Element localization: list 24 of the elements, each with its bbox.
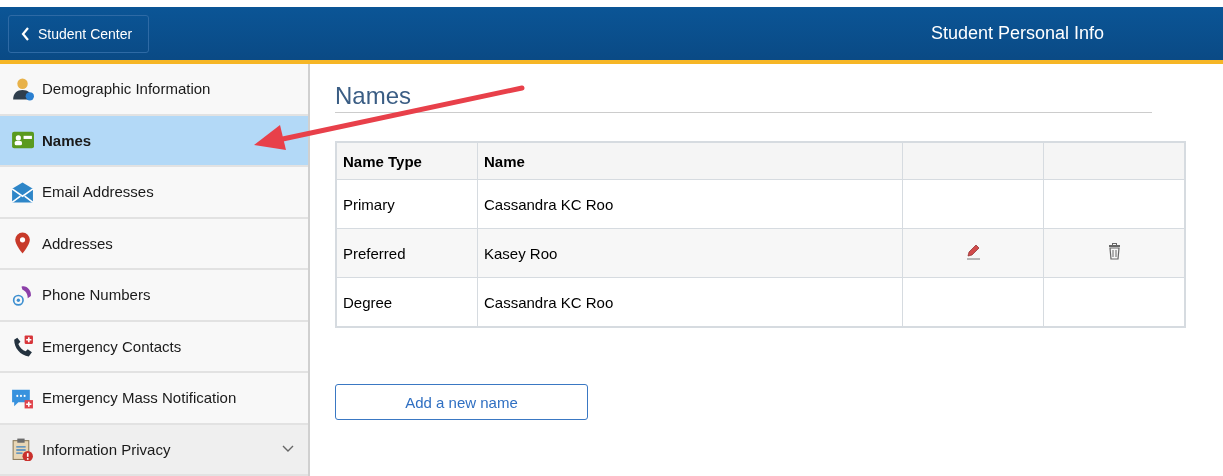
back-button[interactable]: Student Center bbox=[8, 14, 150, 53]
sidebar-item[interactable]: Email Addresses bbox=[0, 167, 308, 219]
table-cell: Primary bbox=[336, 179, 478, 229]
sidebar-item[interactable]: Names bbox=[0, 115, 308, 167]
table-cell: Cassandra KC Roo bbox=[477, 179, 903, 229]
person-icon bbox=[10, 76, 34, 101]
sidebar-item[interactable]: Addresses bbox=[0, 218, 308, 270]
table-cell: Kasey Roo bbox=[477, 228, 903, 278]
column-header: Name Type bbox=[336, 142, 478, 180]
clipboard-alert-icon bbox=[10, 437, 34, 462]
sidebar-item[interactable]: Emergency Mass Notification bbox=[0, 373, 308, 425]
sidebar-item[interactable]: Demographic Information bbox=[0, 64, 308, 116]
sidebar-item[interactable]: Phone Numbers bbox=[0, 270, 308, 322]
sidebar-item[interactable]: Emergency Contacts bbox=[0, 321, 308, 373]
pencil-icon[interactable] bbox=[965, 243, 981, 260]
page-title: Student Personal Info bbox=[931, 23, 1105, 44]
add-name-button[interactable]: Add a new name bbox=[335, 384, 588, 420]
column-header: Name bbox=[477, 142, 903, 180]
section-title: Names bbox=[335, 82, 1152, 113]
trash-icon[interactable] bbox=[1107, 243, 1121, 260]
chevron-left-icon bbox=[21, 26, 30, 41]
sidebar-item[interactable]: Information Privacy bbox=[0, 424, 308, 476]
table-cell: Preferred bbox=[336, 228, 478, 278]
chevron-down-icon bbox=[282, 444, 294, 453]
